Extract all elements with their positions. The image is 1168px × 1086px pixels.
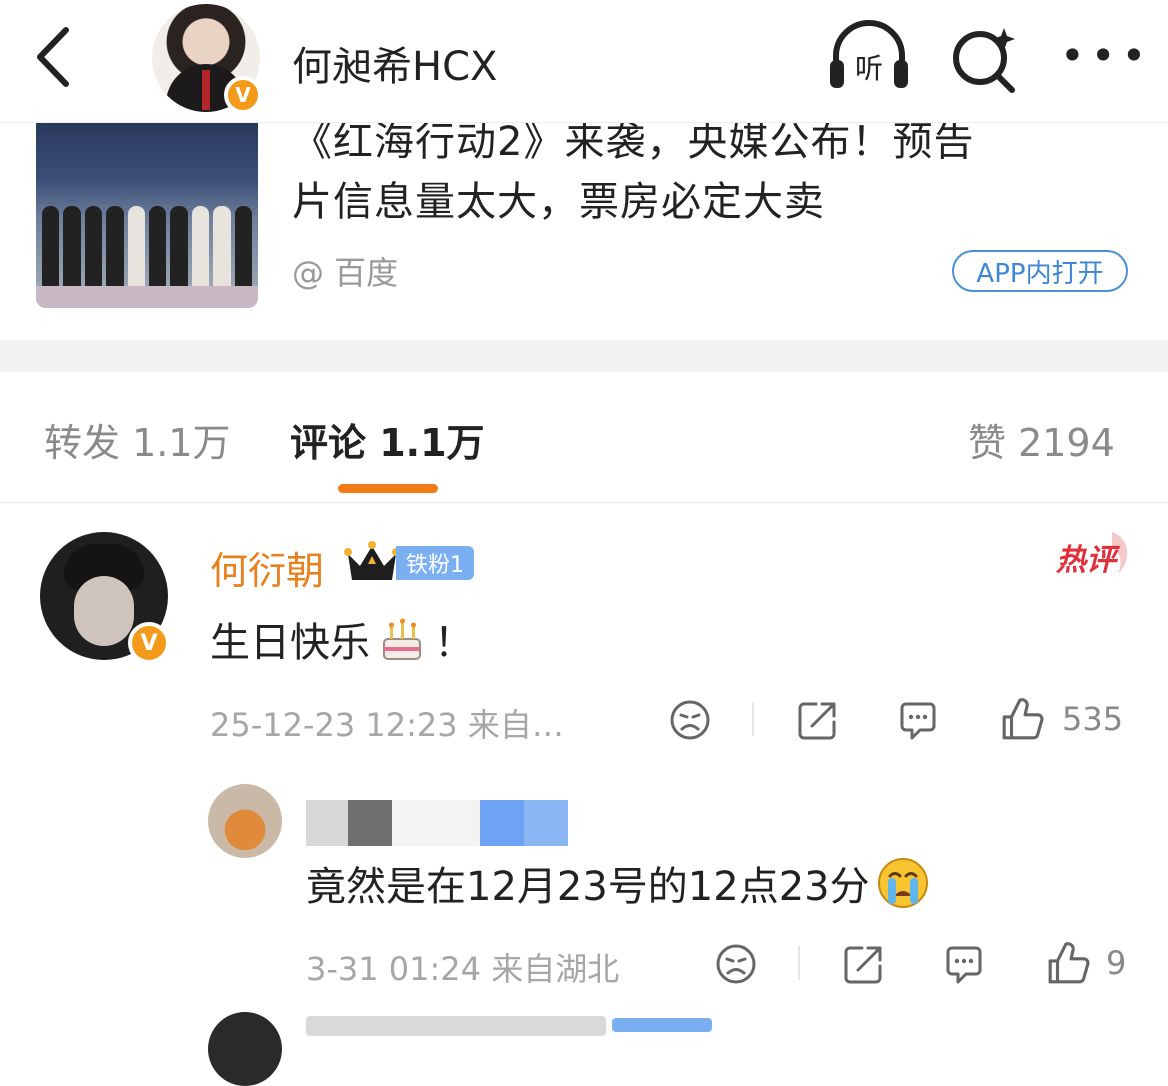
verified-badge: V: [224, 76, 262, 114]
reply-avatar[interactable]: [208, 784, 282, 858]
reply-text: 竟然是在12月23号的12点23分: [306, 854, 930, 912]
action-divider: [752, 702, 754, 736]
card-thumbnail[interactable]: [36, 110, 258, 308]
comment-author[interactable]: 何衍朝: [210, 540, 324, 595]
reply-icon[interactable]: [942, 942, 986, 986]
tab-like[interactable]: 赞 2194: [968, 412, 1115, 467]
card-source: @ 百度: [292, 254, 399, 292]
crown-icon: [344, 541, 400, 580]
comment-body: 生日快乐: [210, 620, 370, 666]
next-comment-name: [306, 1016, 606, 1036]
like-thumb-icon[interactable]: [1046, 940, 1092, 986]
action-divider: [798, 946, 800, 980]
fan-badge: 铁粉1: [396, 546, 474, 580]
next-comment-avatar[interactable]: [208, 1012, 282, 1086]
dislike-face-icon[interactable]: [714, 942, 758, 986]
reply-meta: 3-31 01:24 来自湖北: [306, 950, 620, 988]
card-title-line2: 片信息量太大，票房必定大卖: [292, 179, 825, 225]
like-count: 535: [1062, 700, 1124, 738]
card-title[interactable]: 《红海行动2》来袭，央媒公布！预告 片信息量太大，票房必定大卖: [292, 112, 1122, 232]
tab-comment[interactable]: 评论 1.1万: [290, 412, 485, 467]
section-divider: [0, 340, 1168, 372]
verified-badge: V: [128, 622, 170, 664]
like-thumb-icon[interactable]: [1000, 696, 1046, 742]
cake-icon: [383, 618, 421, 660]
listen-label: 听: [855, 52, 883, 85]
reply-body: 竟然是在12月23号的12点23分: [306, 864, 870, 910]
hot-comment-badge: 热评: [1055, 532, 1128, 578]
redacted-username: [306, 800, 568, 846]
tabs-divider: [0, 502, 1168, 503]
comment-text: 生日快乐 ！: [210, 610, 474, 668]
search-sparkle-icon[interactable]: [948, 22, 1020, 94]
share-icon[interactable]: [796, 698, 840, 742]
tab-forward[interactable]: 转发 1.1万: [44, 412, 231, 467]
hot-comment-label: 热评: [1055, 543, 1121, 578]
top-bar: V 何昶希HCX 听 •••: [0, 0, 1168, 123]
like-count: 9: [1106, 944, 1127, 982]
back-arrow-icon[interactable]: [28, 24, 88, 90]
reply-icon[interactable]: [896, 698, 940, 742]
comment-suffix: ！: [434, 620, 474, 666]
share-icon[interactable]: [842, 942, 886, 986]
open-in-app-button[interactable]: APP内打开: [952, 250, 1128, 292]
listen-icon[interactable]: 听: [826, 20, 912, 92]
comment-meta: 25-12-23 12:23 来自…: [210, 706, 564, 744]
active-tab-indicator: [338, 484, 438, 493]
more-icon[interactable]: •••: [1060, 35, 1146, 77]
profile-name[interactable]: 何昶希HCX: [292, 34, 497, 92]
crying-face-icon: [877, 858, 928, 908]
next-comment-badge: [612, 1018, 712, 1032]
dislike-face-icon[interactable]: [668, 698, 712, 742]
